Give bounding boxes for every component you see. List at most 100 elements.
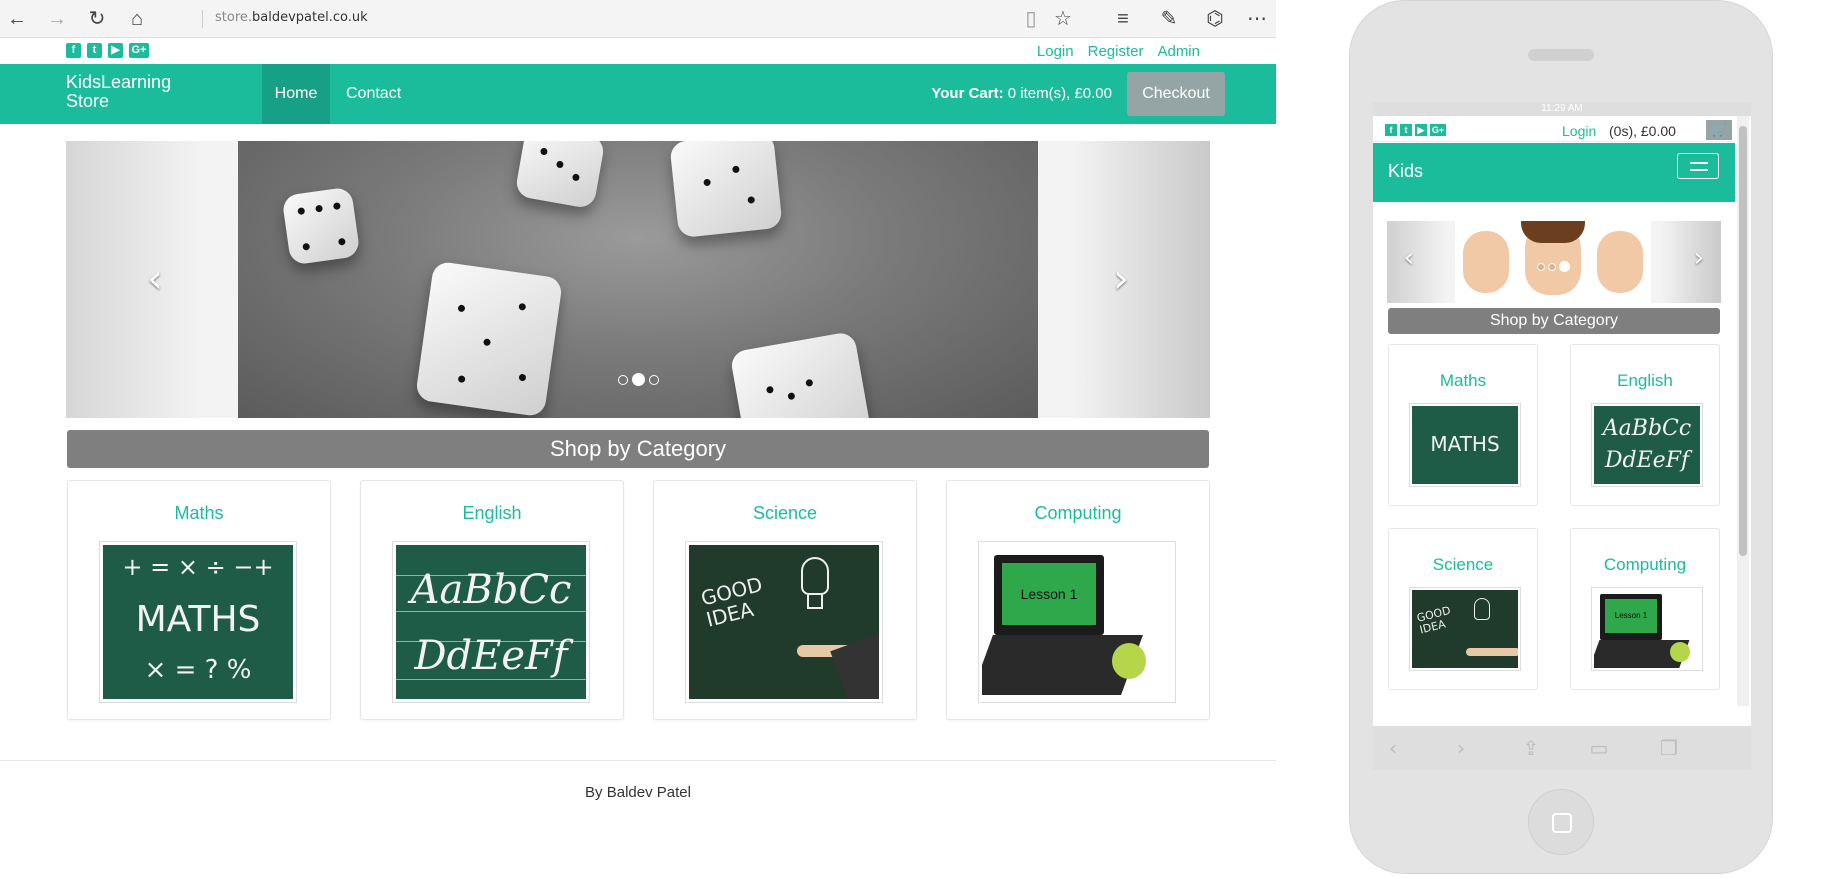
phone-cart-info: (0s), £0.00 [1609,123,1676,139]
phone-navbar: Kids [1373,143,1735,202]
carousel-dot-1[interactable] [618,374,628,385]
brand-line-1: KidsLearning [66,72,172,92]
category-card-maths[interactable]: Maths + = × ÷ −+ MATHS × = ? % [67,480,331,720]
maths-image[interactable]: + = × ÷ −+ MATHS × = ? % [99,541,297,703]
cart-icon[interactable]: 🛒 [1706,120,1732,140]
google-plus-icon[interactable]: G+ [1430,124,1446,136]
phone-scrollbar[interactable] [1737,116,1749,706]
twitter-icon[interactable]: t [87,43,102,58]
laptop-screen: Lesson 1 [994,555,1104,635]
category-title[interactable]: Science [654,503,916,524]
carousel-dot-2[interactable] [1548,262,1556,271]
computing-image[interactable]: Lesson 1 [978,541,1176,703]
phone-category-card-maths[interactable]: Maths MATHS [1388,344,1538,506]
english-board-line-1: AaBbCc [410,567,572,613]
science-image[interactable]: GOOD IDEA [1409,587,1521,671]
category-title[interactable]: Computing [947,503,1209,524]
carousel-dot-1[interactable] [1537,262,1545,271]
web-note-icon[interactable]: ✎ [1156,6,1182,32]
browser-toolbar: ← → ↻ ⌂ store.baldevpatel.co.uk ▯ ☆ ≡ ✎ … [0,0,1276,38]
admin-link[interactable]: Admin [1157,43,1200,60]
address-bar[interactable]: store.baldevpatel.co.uk [202,10,368,28]
phone-category-card-computing[interactable]: Computing Lesson 1 [1570,528,1720,690]
english-image[interactable]: AaBbCc DdEeFf [1591,403,1703,487]
phone-category-header: Shop by Category [1388,308,1720,334]
url-domain: baldevpatel.co.uk [252,10,368,25]
login-link[interactable]: Login [1037,43,1074,60]
category-title[interactable]: Computing [1571,555,1719,575]
home-icon[interactable]: ⌂ [124,6,150,32]
tabs-icon[interactable]: ❐ [1657,736,1681,760]
category-title[interactable]: Science [1389,555,1537,575]
phone-category-card-english[interactable]: English AaBbCc DdEeFf [1570,344,1720,506]
computing-image[interactable]: Lesson 1 [1591,587,1703,671]
refresh-icon[interactable]: ↻ [84,6,110,32]
carousel-dot-3[interactable] [649,374,659,385]
carousel-prev-arrow[interactable]: ‹ [140,259,170,299]
account-links: Login Register Admin [1037,43,1200,60]
laptop-screen-text: Lesson 1 [1605,599,1657,633]
forward-icon[interactable]: › [1449,736,1473,760]
hub-icon[interactable]: ≡ [1110,6,1136,32]
phone-speaker [1528,49,1594,61]
scrollbar-thumb[interactable] [1739,126,1747,556]
phone-login-link[interactable]: Login [1562,123,1596,139]
science-board-text: GOOD IDEA [1415,603,1452,637]
phone-brand[interactable]: Kids [1388,161,1423,182]
back-icon[interactable]: ← [4,6,30,32]
science-image[interactable]: GOOD IDEA [685,541,883,703]
hand-image [1463,231,1509,293]
cart-summary: Your Cart: 0 item(s), £0.00 [931,64,1112,124]
category-card-science[interactable]: Science GOOD IDEA [653,480,917,720]
phone-carousel-indicators [1537,261,1570,272]
carousel-dot-2[interactable] [632,373,645,386]
social-links: f t ▶ G+ [66,43,149,58]
science-board-text: GOOD IDEA [698,572,765,632]
category-card-computing[interactable]: Computing Lesson 1 [946,480,1210,720]
phone-home-button[interactable] [1528,789,1594,855]
phone-mockup: 11:29 AM f t ▶ G+ Login (0s), £0.00 🛒 Ki… [1349,0,1773,874]
carousel-indicators [618,373,659,386]
maths-image[interactable]: MATHS [1409,403,1521,487]
reading-view-icon[interactable]: ▯ [1018,6,1044,32]
register-link[interactable]: Register [1088,43,1144,60]
english-board-line-1: AaBbCc [1602,416,1692,441]
bookmarks-icon[interactable]: ▭ [1587,736,1611,760]
nav-contact[interactable]: Contact [346,64,401,124]
site-brand[interactable]: KidsLearning Store [66,73,206,111]
facebook-icon[interactable]: f [1385,124,1397,136]
carousel-next-arrow[interactable]: › [1106,259,1136,299]
share-icon[interactable]: ⌬ [1202,6,1228,32]
die-image [669,141,783,239]
twitter-icon[interactable]: t [1400,124,1412,136]
back-icon[interactable]: ‹ [1381,736,1405,760]
lightbulb-icon [1474,598,1490,620]
youtube-icon[interactable]: ▶ [108,43,123,58]
hand-image [1597,231,1643,293]
category-title[interactable]: English [361,503,623,524]
category-title[interactable]: Maths [68,503,330,524]
favorite-icon[interactable]: ☆ [1050,6,1076,32]
phone-top-bar: f t ▶ G+ Login (0s), £0.00 🛒 [1373,120,1735,142]
forward-icon[interactable]: → [44,6,70,32]
facebook-icon[interactable]: f [66,43,81,58]
category-title[interactable]: English [1571,371,1719,391]
phone-status-bar: 11:29 AM [1373,102,1751,116]
nav-home[interactable]: Home [262,64,330,124]
checkout-button[interactable]: Checkout [1127,72,1225,116]
youtube-icon[interactable]: ▶ [1415,124,1427,136]
main-navbar: KidsLearning Store Home Contact Your Cart… [0,64,1276,124]
english-image[interactable]: AaBbCc DdEeFf [392,541,590,703]
more-icon[interactable]: ⋯ [1244,6,1270,32]
phone-carousel-prev-arrow[interactable]: ‹ [1399,243,1419,273]
share-icon[interactable]: ⇪ [1519,736,1543,760]
category-title[interactable]: Maths [1389,371,1537,391]
carousel-dot-3[interactable] [1559,261,1570,272]
phone-carousel-next-arrow[interactable]: › [1689,243,1709,273]
google-plus-icon[interactable]: G+ [129,43,149,58]
category-card-english[interactable]: English AaBbCc DdEeFf [360,480,624,720]
laptop-screen: Lesson 1 [1600,594,1662,640]
hamburger-menu-button[interactable] [1677,153,1719,179]
phone-screen: 11:29 AM f t ▶ G+ Login (0s), £0.00 🛒 Ki… [1373,102,1751,770]
phone-category-card-science[interactable]: Science GOOD IDEA [1388,528,1538,690]
